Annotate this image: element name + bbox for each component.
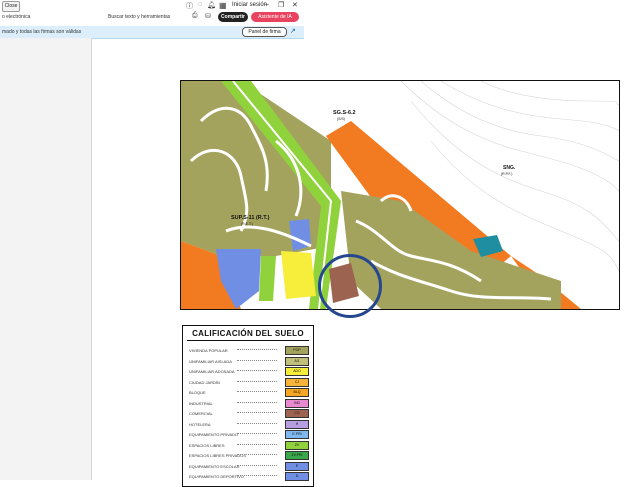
legend-swatch: ADO <box>285 367 309 376</box>
status-icon[interactable]: ◌ <box>198 1 202 8</box>
legend-swatch: ZV.PRI <box>285 451 309 460</box>
legend-leader <box>237 349 277 350</box>
legend-label: Equipamiento privado <box>189 432 239 437</box>
legend-row: Bloque BLQ <box>189 388 309 398</box>
zone-yellow <box>281 251 316 299</box>
legend-label: Industrial <box>189 400 213 406</box>
legend-leader <box>237 359 277 361</box>
legend-label: Espacios libres <box>189 442 225 448</box>
legend-swatch: E.PRI <box>285 430 309 439</box>
save-icon[interactable]: ⛁ <box>205 12 211 20</box>
legend-swatch: A/1 <box>285 356 309 366</box>
signin-link[interactable]: Iniciar sesión <box>232 2 267 8</box>
legend-row: Equipamiento deportivo D <box>189 472 309 482</box>
highlight-circle <box>318 254 382 318</box>
navigation-pane[interactable] <box>0 38 92 480</box>
help-icon[interactable]: ⓘ <box>186 1 193 11</box>
legend-row: Equipamiento escolar E <box>189 461 309 472</box>
legend-row: Unifamiliar adosada ADO <box>189 367 309 377</box>
label-sng-sub: (R.P.F.) <box>501 172 512 176</box>
zoning-map: SG.S-6.2 (S/S) SNG. (R.P.F.) SUP.S-11 (R… <box>180 80 620 310</box>
close-button[interactable]: Close <box>2 1 20 12</box>
legend-row: Ciudad jardín CJ <box>189 377 309 388</box>
land-use-legend: CALIFICACIÓN DEL SUELO Vivienda popular P… <box>182 325 314 487</box>
legend-row: Industrial IND <box>189 398 309 409</box>
legend-title: CALIFICACIÓN DEL SUELO <box>192 329 304 338</box>
label-sup: SUP.S-11 (R.T.) <box>231 215 270 221</box>
minimize-icon[interactable]: – <box>265 1 269 8</box>
legend-label: Equipamiento escolar <box>189 463 240 469</box>
search-tools[interactable]: Buscar texto y herramientas <box>108 14 170 20</box>
legend-row: Comercial CO <box>189 409 309 419</box>
legend-leader <box>237 391 277 392</box>
legend-label: Vivienda popular <box>189 348 228 353</box>
grid-icon[interactable]: ▦ <box>219 1 227 10</box>
legend-row: Equipamiento privado E.PRI <box>189 430 309 440</box>
legend-swatch: IND <box>285 398 309 408</box>
legend-swatch: POP <box>285 346 309 355</box>
legend-swatch: E <box>285 461 309 471</box>
label-sg: SG.S-6.2 <box>333 110 356 116</box>
legend-row: Espacios libres privados ZV.PRI <box>189 451 309 461</box>
zoning-map-graphic: SG.S-6.2 (S/S) SNG. (R.P.F.) SUP.S-11 (R… <box>181 81 619 309</box>
legend-leader <box>237 370 277 371</box>
legend-label: Unifamiliar adosada <box>189 369 235 374</box>
legend-leader <box>237 412 277 413</box>
legend-label: Unifamiliar aislada <box>189 358 232 364</box>
legend-label: Bloque <box>189 390 206 395</box>
restore-icon[interactable]: ❐ <box>278 1 284 9</box>
legend-row: Vivienda popular POP <box>189 346 309 356</box>
legend-row: Hotelera H <box>189 419 309 430</box>
legend-swatch: BLQ <box>285 388 309 397</box>
legend-swatch: CJ <box>285 377 309 387</box>
signature-status-text: mado y todas las firmas son válidas <box>2 29 82 35</box>
external-link-icon[interactable]: ↗ <box>290 27 296 35</box>
legend-leader <box>237 422 277 424</box>
legend-label: Equipamiento deportivo <box>189 474 244 479</box>
close-window-icon[interactable]: ✕ <box>292 1 298 9</box>
legend-label: Comercial <box>189 411 213 416</box>
legend-leader <box>237 401 277 403</box>
document-title: o electrónica <box>2 14 31 20</box>
label-sup-sub: (R.E.T.) <box>241 222 253 226</box>
legend-leader <box>237 433 277 434</box>
legend-swatch: ZV <box>285 440 309 450</box>
legend-leader <box>237 443 277 445</box>
legend-leader <box>237 464 277 466</box>
legend-row: Unifamiliar aislada A/1 <box>189 356 309 367</box>
legend-row: Espacios libres ZV <box>189 440 309 451</box>
legend-label: Ciudad jardín <box>189 379 220 385</box>
legend-swatch: H <box>285 419 309 429</box>
legend-label: Hotelera <box>189 421 211 427</box>
label-sg-sub: (S/S) <box>337 117 345 121</box>
legend-leader <box>237 380 277 382</box>
share-button[interactable]: Compartir <box>218 12 248 22</box>
legend-leader <box>237 475 277 476</box>
signature-panel-button[interactable]: Panel de firma <box>242 27 287 37</box>
notification-icon[interactable]: 🔔︎ <box>207 1 216 9</box>
label-sng: SNG. <box>503 165 516 171</box>
ai-assistant-button[interactable]: Asistente de IA <box>251 12 299 22</box>
legend-leader <box>237 454 277 455</box>
legend-swatch: CO <box>285 409 309 418</box>
app-toolbar: Close ⓘ ◌ 🔔︎ ▦ Iniciar sesión – ❐ ✕ o el… <box>0 0 304 27</box>
print-icon[interactable]: ⎙ <box>192 12 198 20</box>
